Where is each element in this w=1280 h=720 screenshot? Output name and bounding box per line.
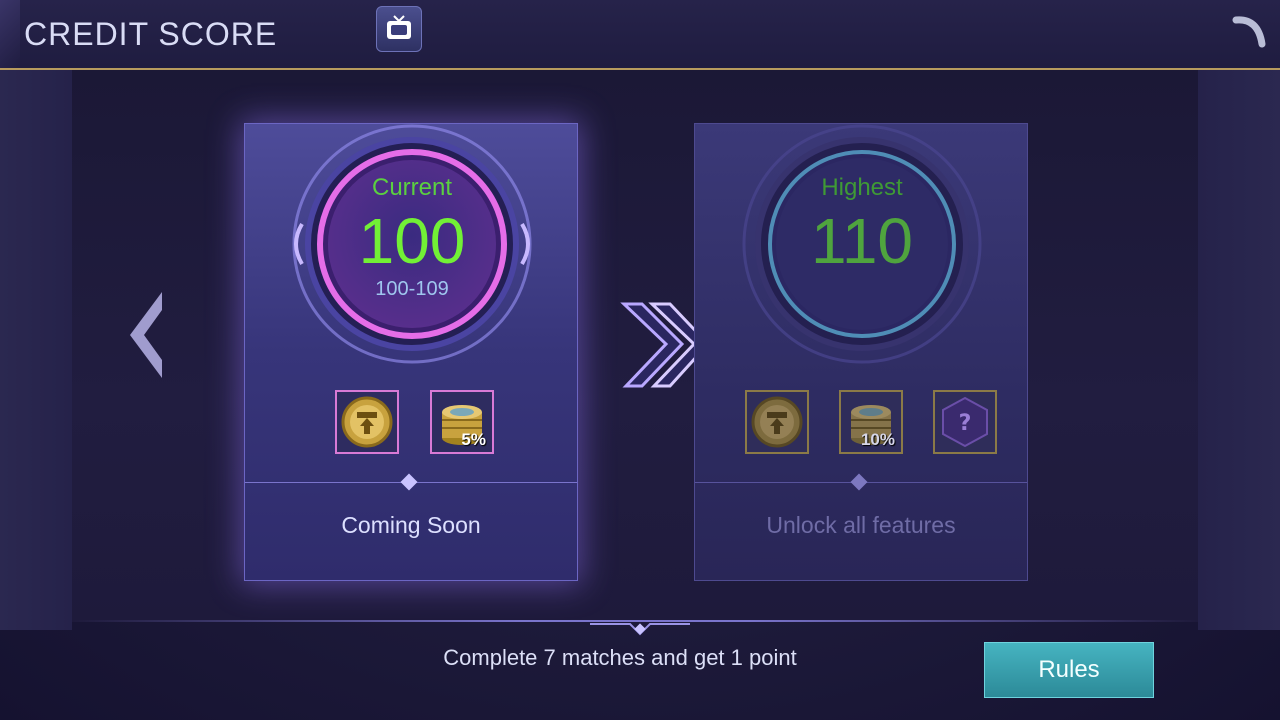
divider-diamond <box>400 473 418 491</box>
highest-score-card: Highest 110 10% ? Unlock all features <box>694 123 1028 581</box>
back-button[interactable] <box>1230 10 1272 52</box>
mystery-box-icon: ? <box>942 396 988 448</box>
divider-diamond <box>850 473 868 491</box>
highest-label: Highest <box>821 174 903 201</box>
progress-hint: Complete 7 matches and get 1 point <box>443 645 797 670</box>
header-bar: CREDIT SCORE <box>0 0 1280 70</box>
current-score-value: 100 <box>358 205 466 277</box>
current-score-range: 100-109 <box>375 278 449 300</box>
svg-text:?: ? <box>959 411 972 436</box>
reward-item-coins[interactable]: 10% <box>839 390 903 454</box>
reward-item-coins[interactable]: 5% <box>430 390 494 454</box>
reward-percent: 5% <box>461 430 486 449</box>
reward-percent: 10% <box>860 430 895 449</box>
footer-ornament <box>590 623 690 636</box>
reward-item-upgrade[interactable] <box>335 390 399 454</box>
tv-icon <box>387 15 411 39</box>
highest-status: Unlock all features <box>766 512 956 538</box>
page-title: CREDIT SCORE <box>24 16 278 52</box>
reward-item-upgrade[interactable] <box>745 390 809 454</box>
left-side-panel <box>0 70 72 630</box>
chevron-left-icon <box>130 292 162 378</box>
back-arrow-icon <box>1232 16 1266 48</box>
upgrade-coin-icon <box>751 396 803 448</box>
upgrade-coin-icon <box>341 396 393 448</box>
highest-score-value: 110 <box>810 205 914 277</box>
reward-item-mystery[interactable]: ? <box>933 390 997 454</box>
current-score-card: Current 100 100-109 5% Coming Soon <box>244 123 578 581</box>
rules-button[interactable]: Rules <box>984 642 1154 698</box>
tv-button[interactable] <box>376 6 422 52</box>
right-side-panel <box>1198 70 1280 630</box>
current-label: Current <box>371 174 453 201</box>
current-status: Coming Soon <box>341 512 481 538</box>
previous-button[interactable] <box>126 290 166 380</box>
